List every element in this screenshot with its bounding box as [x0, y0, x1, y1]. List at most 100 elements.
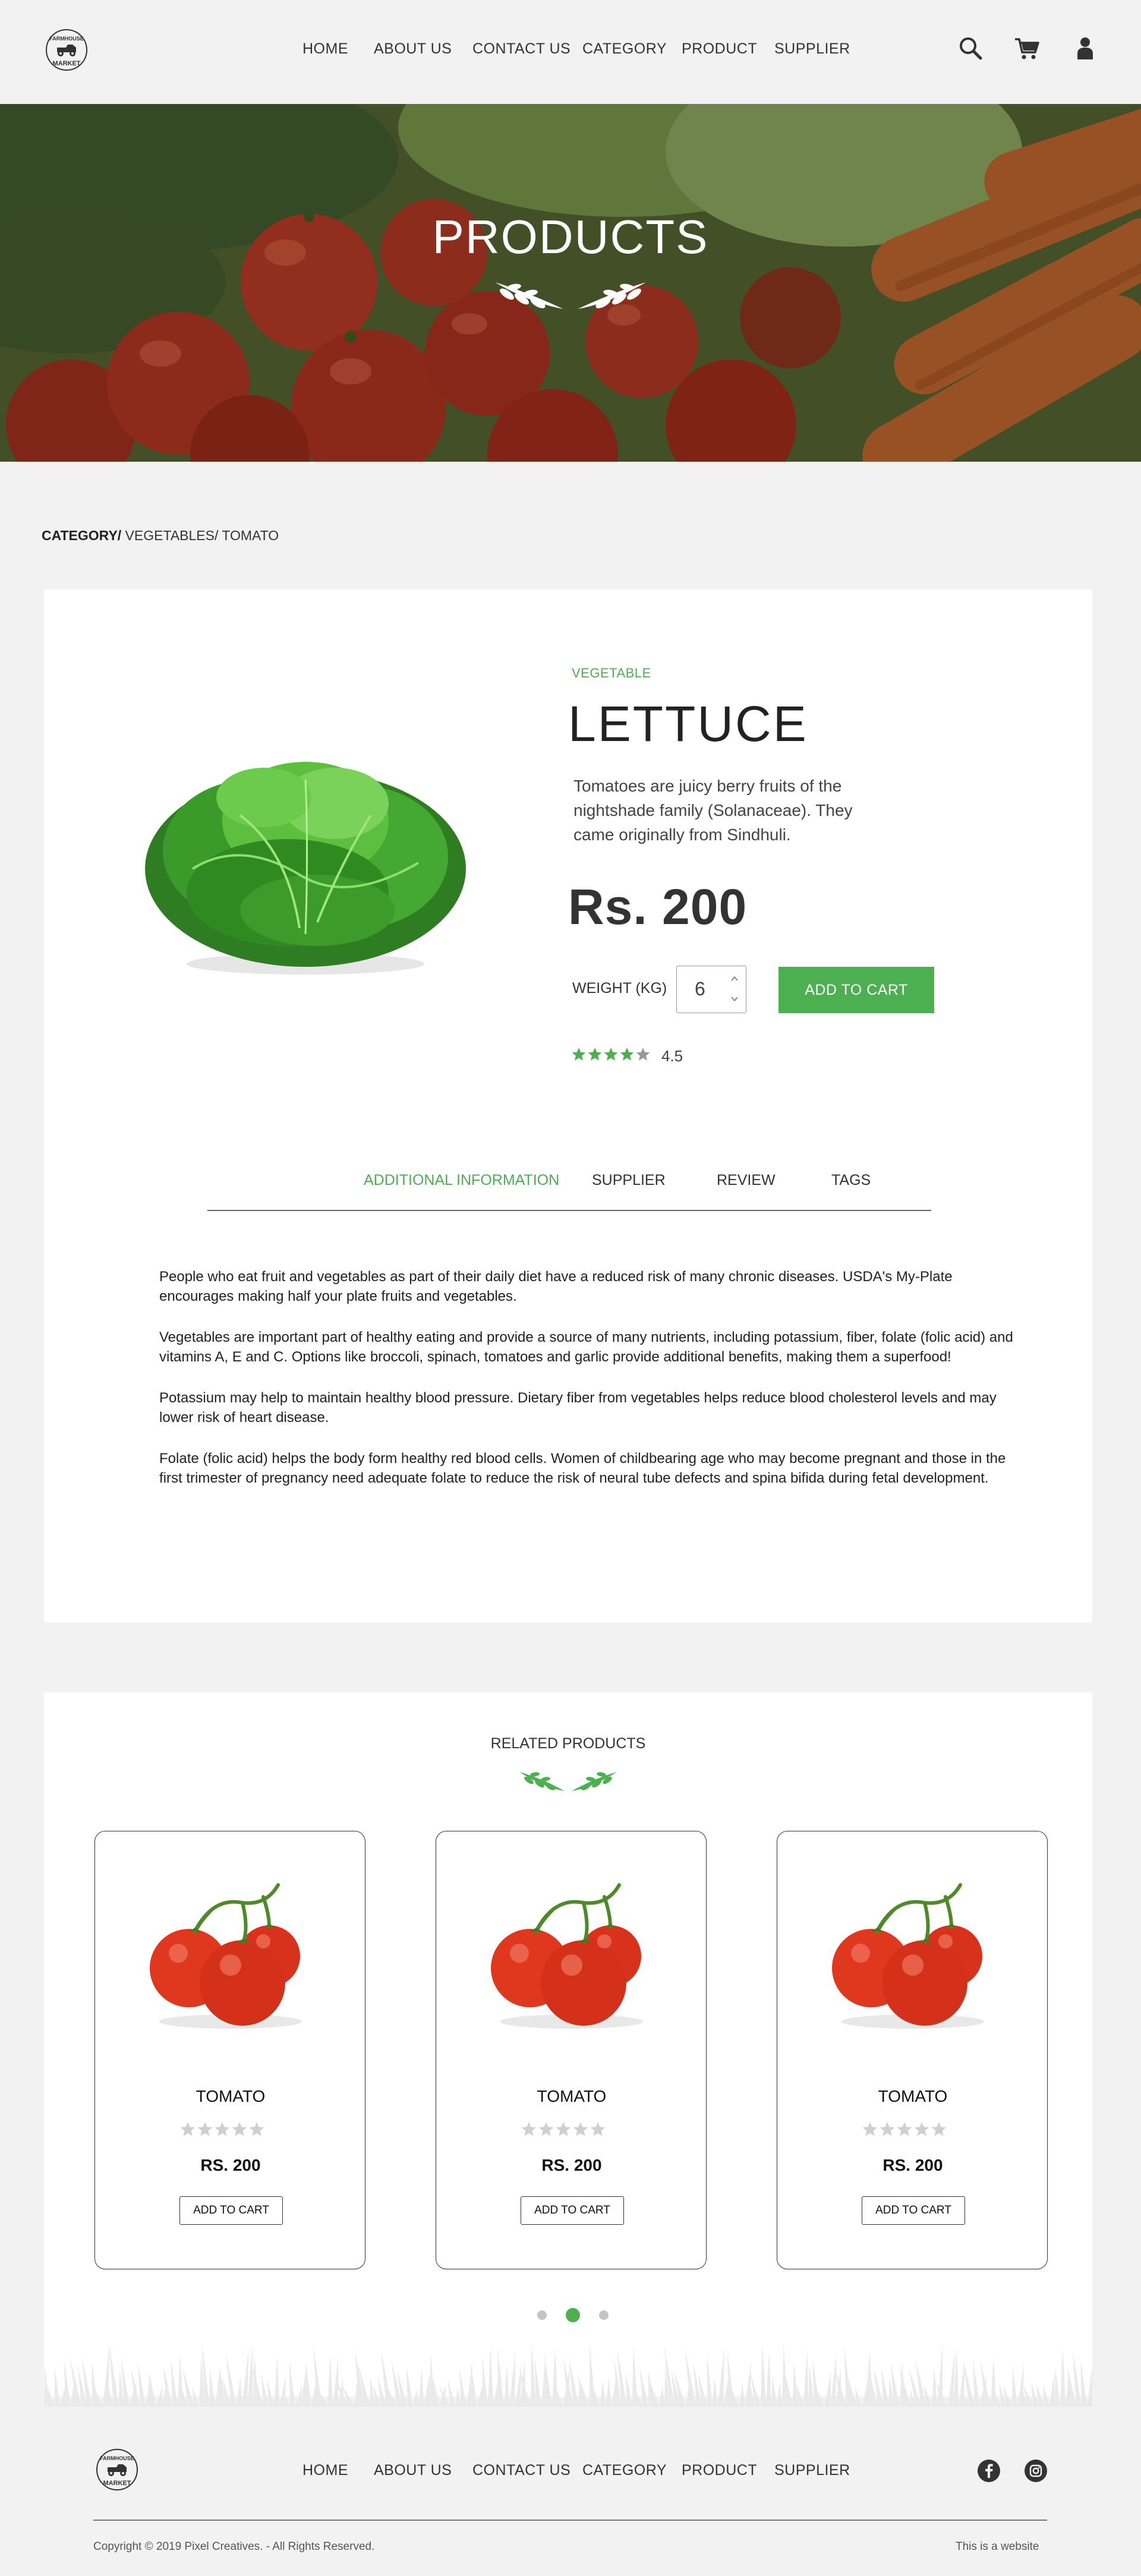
- star-icon: [590, 2122, 606, 2136]
- related-products-title: RELATED PRODUCTS: [490, 1735, 646, 1752]
- product-tabs: ADDITIONAL INFORMATION SUPPLIER REVIEW T…: [207, 1172, 931, 1211]
- related-product-card[interactable]: TOMATO RS. 200 ADD TO CART: [777, 1831, 1048, 2269]
- grass-blade: [459, 2367, 467, 2407]
- footer-nav-category[interactable]: CATEGORY: [582, 2462, 667, 2479]
- grass-blade: [60, 2385, 66, 2407]
- grass-blade: [509, 2351, 515, 2407]
- product-name: LETTUCE: [568, 696, 808, 752]
- product-rating: 4.5: [571, 1047, 683, 1065]
- grass-blade: [718, 2347, 724, 2407]
- cart-icon[interactable]: [1013, 34, 1041, 62]
- tomato-image: [491, 1883, 643, 2029]
- grass-blade: [707, 2354, 713, 2407]
- add-to-cart-button[interactable]: ADD TO CART: [778, 967, 934, 1013]
- nav-category[interactable]: CATEGORY: [582, 40, 667, 58]
- breadcrumb-trail[interactable]: VEGETABLES/ TOMATO: [121, 528, 279, 543]
- footer-divider: [93, 2520, 1047, 2521]
- nav-product[interactable]: PRODUCT: [682, 40, 757, 58]
- grass-blade: [1012, 2365, 1017, 2407]
- carousel-dot[interactable]: [599, 2310, 609, 2320]
- grass-blade: [541, 2353, 547, 2407]
- grass-blade: [237, 2376, 242, 2407]
- nav-contact-us[interactable]: CONTACT US: [472, 40, 570, 58]
- product-category[interactable]: VEGETABLE: [572, 666, 651, 681]
- related-product-price: RS. 200: [882, 2156, 943, 2174]
- grass-decoration: [44, 2342, 1092, 2407]
- quantity-stepper[interactable]: 6: [676, 966, 746, 1013]
- grass-blade: [830, 2353, 837, 2407]
- related-product-name[interactable]: TOMATO: [95, 2087, 366, 2106]
- grass-blade: [327, 2355, 333, 2407]
- related-add-to-cart-button[interactable]: ADD TO CART: [179, 2196, 283, 2225]
- site-header: FARMHOUSE MARKET HOME ABOUT US CONTACT U…: [0, 0, 1141, 104]
- rating-stars: [571, 1047, 652, 1065]
- nav-supplier[interactable]: SUPPLIER: [774, 40, 850, 58]
- footer-nav-about-us[interactable]: ABOUT US: [374, 2462, 452, 2479]
- grass-blade: [546, 2364, 552, 2407]
- grass-blade: [515, 2363, 522, 2407]
- related-product-name[interactable]: TOMATO: [436, 2087, 707, 2106]
- quantity-value[interactable]: 6: [695, 978, 705, 1000]
- grass-blade: [267, 2378, 274, 2407]
- info-paragraph: Potassium may help to maintain healthy b…: [159, 1390, 997, 1426]
- breadcrumb-category-link[interactable]: CATEGORY/: [42, 528, 121, 543]
- grass-blade: [471, 2363, 477, 2407]
- footer-nav-home[interactable]: HOME: [302, 2462, 348, 2479]
- tomato-image: [832, 1883, 984, 2029]
- carousel-pagination: [532, 2307, 610, 2323]
- product-price: Rs. 200: [568, 879, 748, 935]
- star-icon: [538, 2122, 554, 2136]
- grass-blade: [209, 2367, 215, 2407]
- grass-blade: [793, 2362, 798, 2407]
- related-product-card[interactable]: TOMATO RS. 200 ADD TO CART: [436, 1831, 707, 2269]
- grass-blade: [406, 2366, 413, 2407]
- tab-supplier[interactable]: SUPPLIER: [592, 1172, 666, 1189]
- related-product-name[interactable]: TOMATO: [777, 2087, 1048, 2106]
- search-icon[interactable]: [957, 34, 984, 62]
- grass-blade: [1042, 2383, 1049, 2407]
- lettuce-image: [145, 762, 466, 975]
- footer-nav-supplier[interactable]: SUPPLIER: [774, 2462, 850, 2479]
- facebook-icon[interactable]: [977, 2459, 1001, 2483]
- nav-about-us[interactable]: ABOUT US: [374, 40, 452, 58]
- nav-home[interactable]: HOME: [302, 40, 348, 58]
- grass-blade: [305, 2361, 311, 2407]
- related-product-image: [141, 1873, 320, 2033]
- carousel-dot[interactable]: [537, 2310, 547, 2320]
- product-image: [121, 732, 490, 982]
- grass-blade: [639, 2366, 648, 2407]
- grass-blade: [413, 2388, 418, 2407]
- related-add-to-cart-button[interactable]: ADD TO CART: [521, 2196, 624, 2225]
- chevron-up-icon[interactable]: [728, 972, 741, 985]
- grass-blade: [590, 2343, 595, 2407]
- related-add-to-cart-button[interactable]: ADD TO CART: [862, 2196, 965, 2225]
- chevron-down-icon[interactable]: [728, 992, 741, 1005]
- copyright-text: Copyright © 2019 Pixel Creatives. - All …: [93, 2540, 375, 2553]
- breadcrumb: CATEGORY/ VEGETABLES/ TOMATO: [42, 528, 279, 544]
- grass-blade: [55, 2367, 60, 2407]
- carousel-dot[interactable]: [566, 2308, 580, 2322]
- footer-nav-product[interactable]: PRODUCT: [682, 2462, 757, 2479]
- grass-blade: [192, 2386, 199, 2407]
- grass-blade: [429, 2354, 434, 2407]
- rating-value: 4.5: [661, 1047, 683, 1065]
- info-paragraph: Vegetables are important part of healthy…: [159, 1329, 1013, 1365]
- grass-blade: [504, 2365, 509, 2407]
- related-product-card[interactable]: TOMATO RS. 200 ADD TO CART: [94, 1831, 365, 2269]
- footer-nav-contact-us[interactable]: CONTACT US: [472, 2462, 570, 2479]
- svg-text:MARKET: MARKET: [52, 60, 80, 67]
- grass-blade: [606, 2378, 611, 2407]
- footer-note: This is a website: [956, 2540, 1039, 2553]
- tab-additional-information[interactable]: ADDITIONAL INFORMATION: [364, 1172, 559, 1189]
- tab-review[interactable]: REVIEW: [717, 1172, 776, 1189]
- svg-text:MARKET: MARKET: [103, 2480, 131, 2487]
- hero-banner: PRODUCTS: [0, 104, 1141, 462]
- grass-blade: [803, 2349, 809, 2407]
- related-rating-stars: [521, 2122, 606, 2136]
- tab-tags[interactable]: TAGS: [831, 1172, 871, 1189]
- star-icon: [215, 2122, 230, 2136]
- user-icon[interactable]: [1071, 34, 1099, 62]
- instagram-icon[interactable]: [1024, 2459, 1048, 2483]
- product-description: Tomatoes are juicy berry fruits of the n…: [573, 777, 853, 844]
- grass-blade: [447, 2380, 456, 2407]
